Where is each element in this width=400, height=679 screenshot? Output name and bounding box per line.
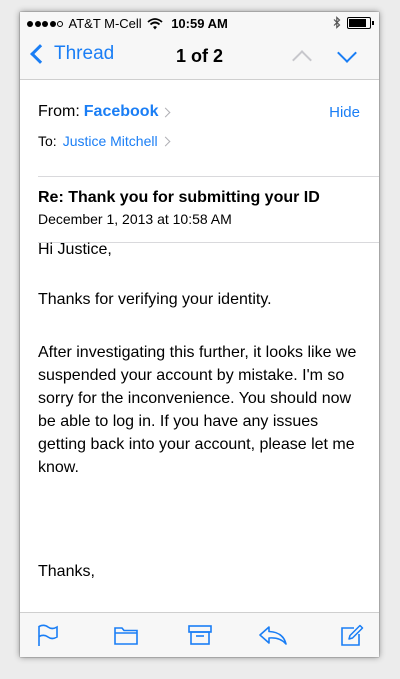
next-message-button[interactable]	[327, 34, 367, 79]
chevron-down-icon	[337, 43, 357, 63]
battery-icon	[347, 16, 374, 29]
from-row: From: Facebook	[38, 103, 171, 121]
reply-icon	[259, 626, 287, 645]
email-subject: Re: Thank you for submitting your ID	[38, 189, 320, 206]
status-bar: AT&T M-Cell 10:59 AM	[20, 12, 379, 34]
email-closing: Thanks,	[38, 563, 95, 580]
flag-button[interactable]	[35, 623, 61, 647]
chevron-left-icon	[30, 44, 50, 64]
back-button-label: Thread	[54, 43, 115, 64]
chevron-up-icon	[292, 50, 312, 70]
archive-button[interactable]	[187, 623, 213, 647]
chevron-right-icon	[161, 107, 171, 117]
back-button[interactable]: Thread	[28, 43, 114, 65]
archive-icon	[188, 625, 212, 645]
flag-icon	[38, 624, 58, 646]
battery-level	[349, 18, 366, 27]
move-to-folder-button[interactable]	[113, 623, 139, 647]
hide-details-button[interactable]: Hide	[329, 104, 360, 121]
phone-screen: AT&T M-Cell 10:59 AM Thread 1 of 2 From:…	[20, 12, 379, 657]
email-paragraph: After investigating this further, it loo…	[38, 344, 357, 476]
status-right	[333, 16, 374, 29]
to-label: To:	[38, 133, 57, 149]
bottom-toolbar	[20, 612, 379, 657]
compose-button[interactable]	[339, 623, 365, 647]
status-time: 10:59 AM	[171, 16, 228, 31]
email-paragraph: Thanks for verifying your identity.	[38, 291, 272, 308]
to-row: To: Justice Mitchell	[38, 133, 171, 149]
sender-name[interactable]: Facebook	[84, 103, 159, 121]
email-greeting: Hi Justice,	[38, 241, 112, 258]
bluetooth-icon	[333, 16, 341, 29]
chevron-right-icon	[160, 136, 171, 146]
reply-button[interactable]	[258, 623, 288, 647]
navigation-bar: Thread 1 of 2	[20, 34, 379, 80]
recipient-name[interactable]: Justice Mitchell	[63, 133, 158, 149]
compose-icon	[341, 624, 364, 646]
from-label: From:	[38, 103, 80, 120]
previous-message-button[interactable]	[282, 34, 322, 79]
folder-icon	[114, 627, 138, 645]
email-date: December 1, 2013 at 10:58 AM	[38, 211, 232, 227]
divider	[38, 176, 379, 177]
